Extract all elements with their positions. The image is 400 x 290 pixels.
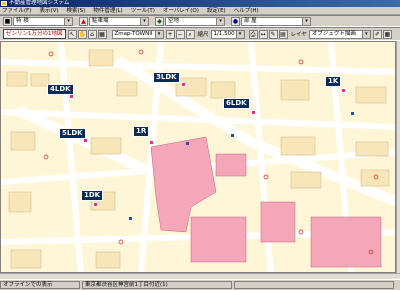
- property-label-3ldk[interactable]: 3LDK: [153, 72, 180, 83]
- property-marker[interactable]: [341, 88, 346, 93]
- apartment-type-combo[interactable]: 特 積: [13, 16, 73, 26]
- land-combo[interactable]: 空地: [165, 16, 225, 26]
- map-view[interactable]: 3LDK 4LDK 1K 6LDK 5LDK 1R 1DK: [0, 41, 396, 273]
- home-icon[interactable]: ⌂: [87, 29, 97, 39]
- menu-search[interactable]: 検索(S): [67, 7, 86, 15]
- room-combo[interactable]: 部 屋: [241, 16, 311, 26]
- menu-file[interactable]: ファイル(F): [2, 7, 31, 15]
- land-icon[interactable]: ◆: [155, 16, 164, 26]
- title-bar: 不動産管理地図システム: [0, 0, 400, 7]
- property-marker[interactable]: [93, 202, 98, 207]
- map-type-combo[interactable]: Zmap-TOWNII: [111, 29, 164, 39]
- zoom-out-icon[interactable]: −: [175, 29, 185, 39]
- map-source-button[interactable]: ゼンリン1万分の1地図: [3, 29, 66, 39]
- menu-overlay[interactable]: オーバレイ(O): [163, 7, 199, 15]
- print-icon[interactable]: ⎙: [248, 29, 258, 39]
- layer-label: レイヤ: [290, 32, 307, 38]
- zoom-in-icon[interactable]: +: [165, 29, 175, 39]
- table-icon[interactable]: ▤: [278, 29, 288, 39]
- grid-icon[interactable]: ▦: [382, 29, 392, 39]
- window-title: 不動産管理地図システム: [9, 0, 70, 6]
- status-mode: オフラインでの表示: [0, 281, 80, 289]
- hand-icon[interactable]: ✋: [77, 29, 87, 39]
- property-label-6ldk[interactable]: 6LDK: [223, 98, 250, 109]
- parking-combo[interactable]: 駐車場: [89, 16, 149, 26]
- status-coordinates: [234, 281, 394, 289]
- edit-icon[interactable]: ✐: [372, 29, 382, 39]
- menu-help[interactable]: ヘルプ(H): [234, 7, 259, 15]
- status-address: 東京都渋谷区神宮前1丁目付近(1): [82, 281, 232, 289]
- property-label-1k[interactable]: 1K: [325, 76, 342, 87]
- property-marker[interactable]: [181, 82, 186, 87]
- room-icon[interactable]: ●: [231, 16, 240, 26]
- status-bar: オフラインでの表示 東京都渋谷区神宮前1丁目付近(1): [0, 279, 400, 290]
- measure-icon[interactable]: ↔: [258, 29, 268, 39]
- scale-label: 縮尺: [197, 32, 209, 38]
- menu-bar: ファイル(F) 表示(V) 検索(S) 物件管理(L) ツール(T) オーバレイ…: [0, 7, 400, 15]
- scale-combo[interactable]: 1/1,500: [210, 29, 245, 39]
- pointer-icon[interactable]: ↖: [67, 29, 77, 39]
- search-icon[interactable]: ⌕: [185, 29, 195, 39]
- menu-property[interactable]: 物件管理(L): [93, 7, 122, 15]
- layer-combo[interactable]: オブジェクト描画: [308, 29, 371, 39]
- property-toolbar: ■ 特 積 ▲ 駐車場 ◆ 空地 ● 部 屋: [0, 15, 400, 27]
- menu-settings[interactable]: 設定(E): [207, 7, 226, 15]
- property-label-1dk[interactable]: 1DK: [81, 190, 104, 201]
- app-icon: [1, 1, 7, 6]
- menu-view[interactable]: 表示(V): [39, 7, 58, 15]
- property-marker[interactable]: [83, 138, 88, 143]
- menu-tools[interactable]: ツール(T): [131, 7, 155, 15]
- property-marker[interactable]: [149, 140, 154, 145]
- draw-icon[interactable]: ✎: [268, 29, 278, 39]
- vertical-scrollbar[interactable]: [396, 41, 400, 273]
- property-label-5ldk[interactable]: 5LDK: [59, 128, 86, 139]
- parking-icon[interactable]: ▲: [79, 16, 88, 26]
- property-label-1r[interactable]: 1R: [133, 126, 150, 137]
- layer-icon[interactable]: ▦: [97, 29, 107, 39]
- property-marker[interactable]: [251, 110, 256, 115]
- property-marker[interactable]: [69, 94, 74, 99]
- map-toolbar: ゼンリン1万分の1地図 ↖ ✋ ⌂ ▦ Zmap-TOWNII + − ⌕ 縮尺…: [0, 27, 400, 41]
- apartment-icon[interactable]: ■: [3, 16, 12, 26]
